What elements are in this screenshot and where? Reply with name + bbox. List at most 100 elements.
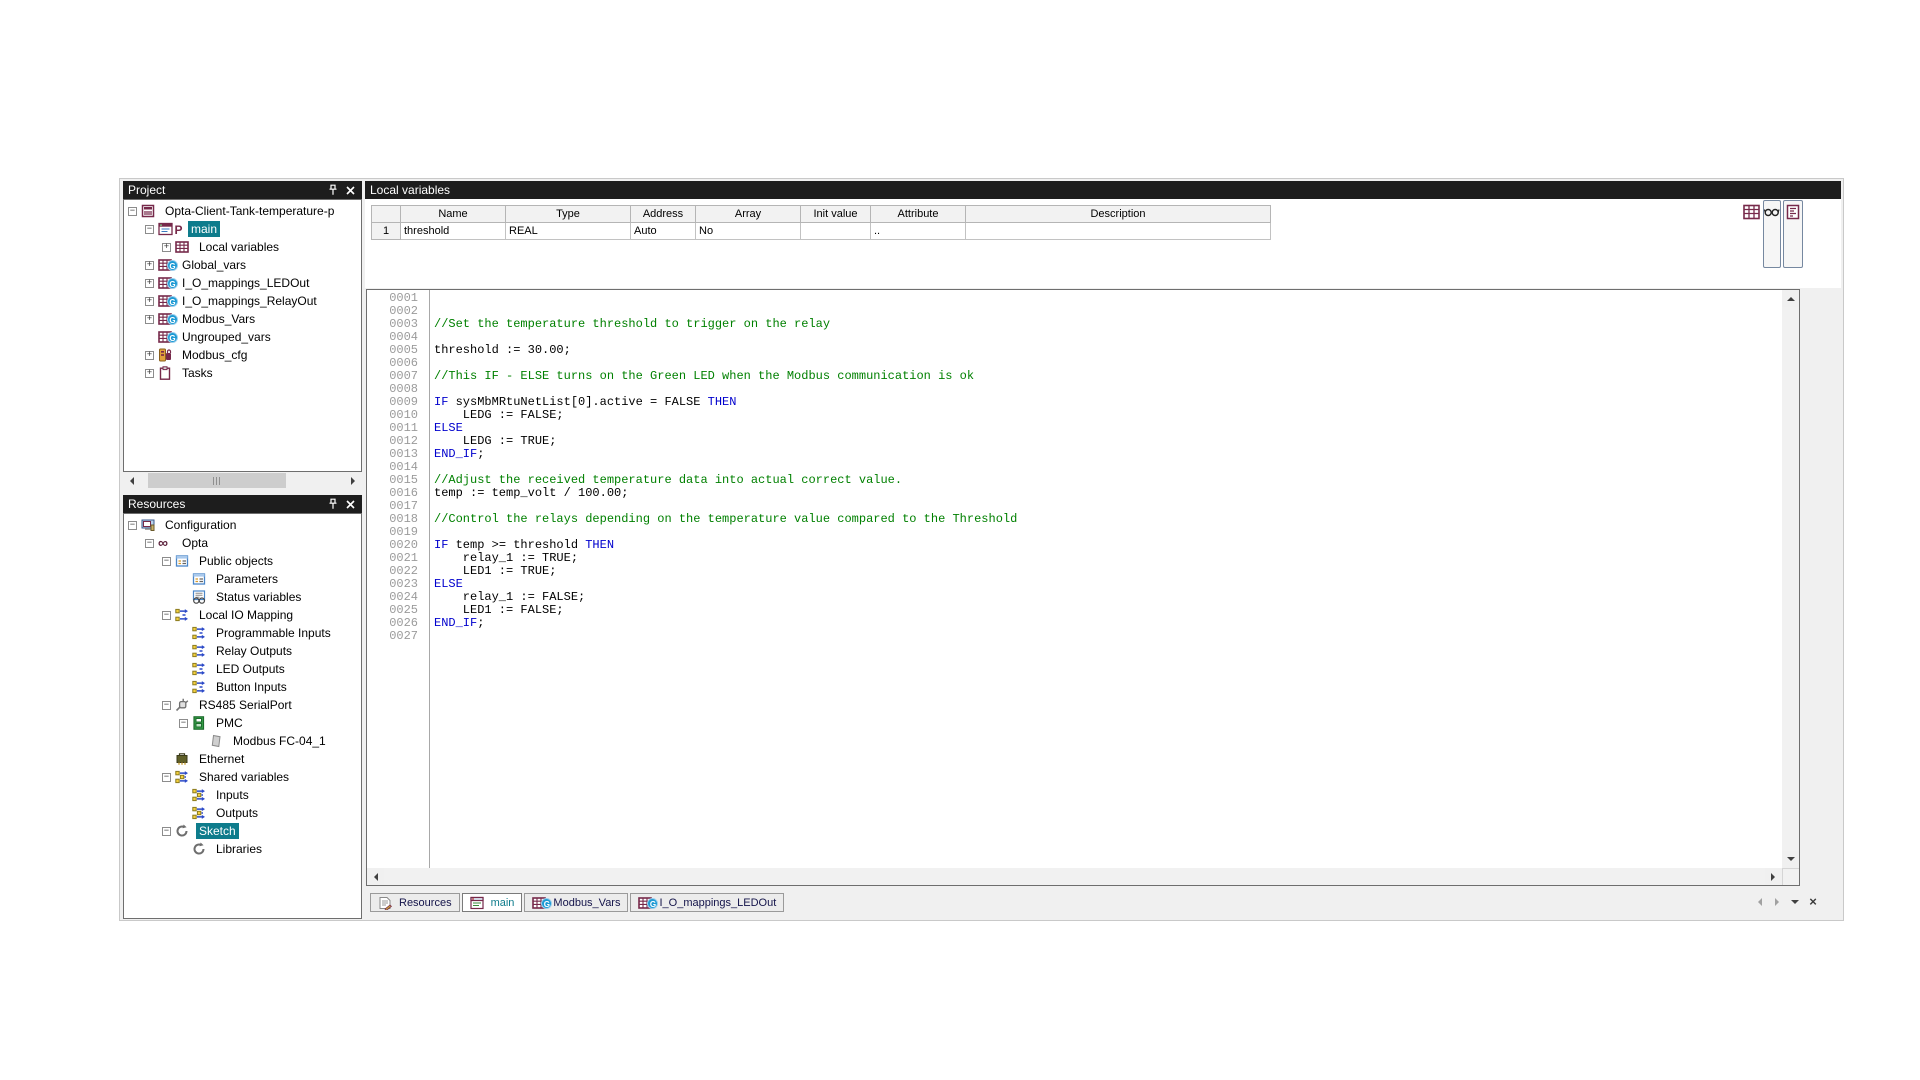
expand-icon[interactable]: + <box>162 243 171 252</box>
tree-item[interactable]: +GModbus_Vars <box>124 310 361 328</box>
expand-icon[interactable]: + <box>145 261 154 270</box>
doclist-icon[interactable] <box>1786 204 1800 267</box>
tree-item[interactable]: −Configuration <box>124 516 361 534</box>
tree-item[interactable]: Status variables <box>124 588 361 606</box>
tab-resources[interactable]: Resources <box>370 893 460 912</box>
code-line[interactable]: 0026END_IF; <box>367 617 1782 630</box>
collapse-icon[interactable]: − <box>162 827 171 836</box>
code-line[interactable]: 0024 relay_1 := FALSE; <box>367 591 1782 604</box>
tab-modbus_vars[interactable]: GModbus_Vars <box>524 893 628 912</box>
variable-cell[interactable]: .. <box>871 223 966 240</box>
tree-item[interactable]: Programmable Inputs <box>124 624 361 642</box>
expand-icon[interactable]: + <box>145 369 154 378</box>
tree-item[interactable]: −Local IO Mapping <box>124 606 361 624</box>
tree-item[interactable]: −Opta-Client-Tank-temperature-p <box>124 202 361 220</box>
tree-item[interactable]: +GGlobal_vars <box>124 256 361 274</box>
doclist-strip[interactable] <box>1783 200 1803 268</box>
close-icon[interactable] <box>343 183 357 197</box>
expand-icon[interactable]: + <box>145 297 154 306</box>
tree-item[interactable]: Outputs <box>124 804 361 822</box>
code-editor[interactable]: 000100020003//Set the temperature thresh… <box>366 289 1800 886</box>
tree-item[interactable]: Ethernet <box>124 750 361 768</box>
collapse-icon[interactable]: − <box>162 557 171 566</box>
variable-cell[interactable] <box>966 223 1271 240</box>
tree-item[interactable]: Inputs <box>124 786 361 804</box>
variable-cell[interactable]: threshold <box>401 223 506 240</box>
collapse-icon[interactable]: − <box>128 207 137 216</box>
code-line[interactable]: 0004 <box>367 331 1782 344</box>
code-line[interactable]: 0007//This IF - ELSE turns on the Green … <box>367 370 1782 383</box>
collapse-icon[interactable]: − <box>162 701 171 710</box>
collapse-icon[interactable]: − <box>128 521 137 530</box>
code-line[interactable]: 0013END_IF; <box>367 448 1782 461</box>
code-line[interactable]: 0001 <box>367 292 1782 305</box>
code-line[interactable]: 0016temp := temp_volt / 100.00; <box>367 487 1782 500</box>
prev-tab-icon[interactable] <box>1753 896 1765 908</box>
editor-horizontal-scrollbar[interactable] <box>367 868 1782 885</box>
expand-icon[interactable]: + <box>145 351 154 360</box>
scroll-down-icon[interactable] <box>1782 851 1799 868</box>
tree-item[interactable]: Modbus FC-04_1 <box>124 732 361 750</box>
tree-item[interactable]: −Sketch <box>124 822 361 840</box>
code-line[interactable]: 0012 LEDG := TRUE; <box>367 435 1782 448</box>
code-line[interactable]: 0011ELSE <box>367 422 1782 435</box>
tree-item[interactable]: −PMC <box>124 714 361 732</box>
tree-item[interactable]: −RS485 SerialPort <box>124 696 361 714</box>
tab-main[interactable]: main <box>462 893 523 912</box>
tree-item[interactable]: −∞Opta <box>124 534 361 552</box>
variable-cell[interactable]: Auto <box>631 223 696 240</box>
collapse-icon[interactable]: − <box>179 719 188 728</box>
pin-icon[interactable] <box>326 497 340 511</box>
scrollbar-thumb[interactable] <box>148 473 286 488</box>
code-line[interactable]: 0010 LEDG := FALSE; <box>367 409 1782 422</box>
variable-cell[interactable]: No <box>696 223 801 240</box>
close-icon[interactable] <box>343 497 357 511</box>
tree-item[interactable]: +GI_O_mappings_LEDOut <box>124 274 361 292</box>
code-line[interactable]: 0009IF sysMbMRtuNetList[0].active = FALS… <box>367 396 1782 409</box>
scroll-left-icon[interactable] <box>123 472 140 489</box>
collapse-icon[interactable]: − <box>162 773 171 782</box>
tree-item[interactable]: Parameters <box>124 570 361 588</box>
tree-item[interactable]: +Tasks <box>124 364 361 382</box>
tree-item[interactable]: +Local variables <box>124 238 361 256</box>
editor-vertical-scrollbar[interactable] <box>1782 290 1799 868</box>
code-line[interactable]: 0018//Control the relays depending on th… <box>367 513 1782 526</box>
next-tab-icon[interactable] <box>1771 896 1783 908</box>
pin-icon[interactable] <box>326 183 340 197</box>
scroll-right-icon[interactable] <box>1765 868 1782 885</box>
tree-item[interactable]: Button Inputs <box>124 678 361 696</box>
collapse-icon[interactable]: − <box>145 539 154 548</box>
code-lines[interactable]: 000100020003//Set the temperature thresh… <box>367 292 1782 868</box>
code-line[interactable]: 0022 LED1 := TRUE; <box>367 565 1782 578</box>
code-line[interactable]: 0025 LED1 := FALSE; <box>367 604 1782 617</box>
tree-item[interactable]: Relay Outputs <box>124 642 361 660</box>
close-tab-icon[interactable]: × <box>1807 896 1819 908</box>
tree-item[interactable]: −Pmain <box>124 220 361 238</box>
collapse-icon[interactable]: − <box>145 225 154 234</box>
code-line[interactable]: 0003//Set the temperature threshold to t… <box>367 318 1782 331</box>
project-horizontal-scrollbar[interactable] <box>123 472 362 489</box>
code-line[interactable]: 0021 relay_1 := TRUE; <box>367 552 1782 565</box>
tree-item[interactable]: Libraries <box>124 840 361 858</box>
scroll-left-icon[interactable] <box>367 868 384 885</box>
tree-item[interactable]: +Modbus_cfg <box>124 346 361 364</box>
code-line[interactable]: 0027 <box>367 630 1782 643</box>
expand-icon[interactable]: + <box>145 315 154 324</box>
tree-item[interactable]: LED Outputs <box>124 660 361 678</box>
collapse-icon[interactable]: − <box>162 611 171 620</box>
tab-i_o_mappings_ledout[interactable]: GI_O_mappings_LEDOut <box>630 893 784 912</box>
tab-list-icon[interactable] <box>1789 896 1801 908</box>
watch-strip[interactable] <box>1763 200 1781 268</box>
code-line[interactable]: 0020IF temp >= threshold THEN <box>367 539 1782 552</box>
expand-icon[interactable]: + <box>145 279 154 288</box>
code-line[interactable]: 0005threshold := 30.00; <box>367 344 1782 357</box>
tree-item[interactable]: +GI_O_mappings_RelayOut <box>124 292 361 310</box>
variable-cell[interactable]: REAL <box>506 223 631 240</box>
tree-item[interactable]: GUngrouped_vars <box>124 328 361 346</box>
tree-item[interactable]: −Public objects <box>124 552 361 570</box>
scroll-up-icon[interactable] <box>1782 290 1799 307</box>
watch-icon[interactable] <box>1764 204 1780 267</box>
tree-item[interactable]: −Shared variables <box>124 768 361 786</box>
table-grid-icon[interactable] <box>1743 204 1763 222</box>
scroll-right-icon[interactable] <box>345 472 362 489</box>
